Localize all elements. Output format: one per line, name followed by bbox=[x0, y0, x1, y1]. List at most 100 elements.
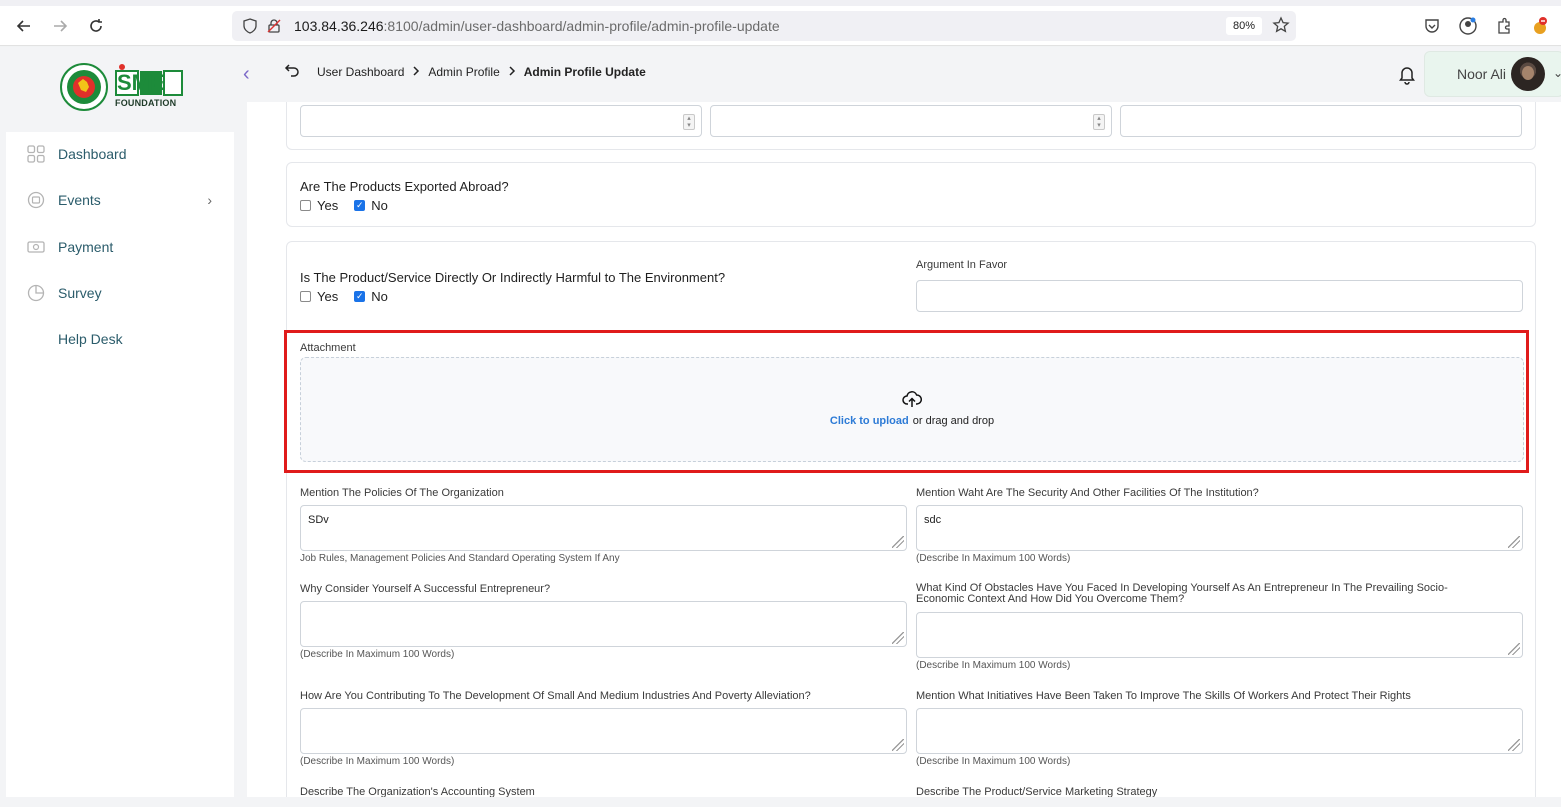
logo-brand: SME bbox=[117, 70, 165, 95]
sidebar-item-dashboard[interactable]: Dashboard bbox=[26, 142, 127, 166]
bookmark-star-icon[interactable] bbox=[1272, 16, 1290, 39]
app-root: SME FOUNDATION Dashboard Events › Paymen… bbox=[0, 47, 1561, 807]
sidebar-item-label: Help Desk bbox=[58, 331, 123, 347]
addon-badge-icon[interactable] bbox=[1528, 14, 1552, 38]
obstacles-textarea[interactable] bbox=[916, 612, 1523, 658]
insecure-lock-icon[interactable] bbox=[266, 18, 282, 39]
url-host: 103.84.36.246 bbox=[294, 18, 384, 34]
harmful-options: Yes ✓ No bbox=[300, 289, 388, 304]
policies-textarea[interactable]: SDv bbox=[300, 505, 907, 551]
successful-label: Why Consider Yourself A Successful Entre… bbox=[300, 583, 551, 595]
back-icon[interactable] bbox=[284, 62, 300, 83]
sidebar: Dashboard Events › Payment Survey Help D… bbox=[6, 132, 234, 797]
logo-subtitle: FOUNDATION bbox=[115, 98, 177, 108]
resize-grip-icon[interactable] bbox=[1508, 739, 1520, 751]
browser-toolbar: 103.84.36.246:8100/admin/user-dashboard/… bbox=[0, 6, 1561, 46]
notification-bell-icon[interactable] bbox=[1396, 63, 1418, 85]
attachment-highlight-box bbox=[284, 330, 1529, 473]
forward-arrow-icon[interactable] bbox=[48, 14, 72, 38]
account-icon[interactable] bbox=[1456, 14, 1480, 38]
chevron-down-icon: ⌄ bbox=[1553, 66, 1561, 80]
resize-grip-icon[interactable] bbox=[1508, 643, 1520, 655]
contributing-label: How Are You Contributing To The Developm… bbox=[300, 690, 811, 702]
exported-yes-label: Yes bbox=[317, 198, 339, 213]
exported-options: Yes ✓ No bbox=[300, 198, 388, 213]
argument-label: Argument In Favor bbox=[916, 259, 1008, 271]
main-content: ▴ ▾ ▴ ▾ Are The Products Exported Abroad? … bbox=[247, 102, 1561, 797]
initiatives-help: (Describe In Maximum 100 Words) bbox=[916, 756, 1071, 767]
security-textarea[interactable]: sdc bbox=[916, 505, 1523, 551]
harmful-yes-checkbox[interactable] bbox=[300, 291, 311, 302]
help-desk-icon-placeholder bbox=[26, 329, 46, 349]
logo-brand-text: SME bbox=[117, 70, 183, 96]
user-menu[interactable]: Noor Ali ⌄ bbox=[1424, 51, 1561, 97]
payment-icon bbox=[26, 237, 46, 257]
argument-input[interactable] bbox=[916, 280, 1523, 312]
exported-no-label: No bbox=[371, 198, 388, 213]
card-numeric-fields: ▴ ▾ ▴ ▾ bbox=[286, 102, 1536, 150]
text-input-3[interactable] bbox=[1120, 105, 1522, 137]
number-input-2[interactable]: ▴ ▾ bbox=[710, 105, 1112, 137]
exported-yes-checkbox[interactable] bbox=[300, 200, 311, 211]
security-value: sdc bbox=[924, 514, 942, 526]
sidebar-item-label: Survey bbox=[58, 285, 102, 301]
grid-icon bbox=[26, 144, 46, 164]
sidebar-item-events[interactable]: Events › bbox=[26, 188, 226, 212]
contributing-textarea[interactable] bbox=[300, 708, 907, 754]
card-exported-abroad: Are The Products Exported Abroad? Yes ✓ … bbox=[286, 162, 1536, 227]
sidebar-header: SME FOUNDATION bbox=[0, 47, 240, 125]
resize-grip-icon[interactable] bbox=[892, 536, 904, 548]
exported-no-checkbox[interactable]: ✓ bbox=[354, 200, 366, 211]
sme-foundation-logo[interactable]: SME FOUNDATION bbox=[60, 61, 190, 113]
contributing-help: (Describe In Maximum 100 Words) bbox=[300, 756, 455, 767]
policies-label: Mention The Policies Of The Organization bbox=[300, 487, 504, 499]
extensions-icon[interactable] bbox=[1492, 14, 1516, 38]
successful-help: (Describe In Maximum 100 Words) bbox=[300, 649, 455, 660]
marketing-label: Describe The Product/Service Marketing S… bbox=[916, 786, 1158, 797]
sidebar-item-label: Payment bbox=[58, 239, 114, 255]
chevron-right-icon: › bbox=[207, 192, 212, 208]
url-bar[interactable]: 103.84.36.246:8100/admin/user-dashboard/… bbox=[232, 11, 1296, 41]
obstacles-label: What Kind Of Obstacles Have You Faced In… bbox=[916, 583, 1448, 605]
number-spinner-icon[interactable]: ▴ ▾ bbox=[683, 114, 695, 130]
breadcrumb-item-user-dashboard[interactable]: User Dashboard bbox=[317, 65, 404, 79]
obstacles-help: (Describe In Maximum 100 Words) bbox=[916, 660, 1071, 671]
number-spinner-icon[interactable]: ▴ ▾ bbox=[1093, 114, 1105, 130]
breadcrumb-separator-icon bbox=[508, 65, 516, 79]
sidebar-item-survey[interactable]: Survey bbox=[26, 281, 102, 305]
shield-icon[interactable] bbox=[242, 18, 258, 39]
reload-icon[interactable] bbox=[84, 14, 108, 38]
harmful-yes-label: Yes bbox=[317, 289, 339, 304]
pocket-icon[interactable] bbox=[1420, 14, 1444, 38]
back-arrow-icon[interactable] bbox=[12, 14, 36, 38]
user-name: Noor Ali bbox=[1457, 66, 1507, 82]
exported-question: Are The Products Exported Abroad? bbox=[300, 179, 509, 194]
harmful-no-label: No bbox=[371, 289, 388, 304]
sidebar-collapse-icon[interactable]: ‹ bbox=[243, 63, 250, 86]
breadcrumb: User Dashboard Admin Profile Admin Profi… bbox=[317, 65, 646, 79]
url-text: 103.84.36.246:8100/admin/user-dashboard/… bbox=[294, 18, 780, 34]
breadcrumb-item-current: Admin Profile Update bbox=[523, 65, 646, 79]
successful-textarea[interactable] bbox=[300, 601, 907, 647]
harmful-question: Is The Product/Service Directly Or Indir… bbox=[300, 270, 726, 285]
resize-grip-icon[interactable] bbox=[892, 632, 904, 644]
breadcrumb-separator-icon bbox=[412, 65, 420, 79]
sidebar-item-label: Events bbox=[58, 192, 101, 208]
sidebar-item-payment[interactable]: Payment bbox=[26, 235, 113, 259]
avatar bbox=[1511, 57, 1545, 91]
sidebar-item-help-desk[interactable]: Help Desk bbox=[26, 327, 123, 351]
breadcrumb-item-admin-profile[interactable]: Admin Profile bbox=[428, 65, 499, 79]
policies-help: Job Rules, Management Policies And Stand… bbox=[300, 553, 620, 564]
harmful-no-checkbox[interactable]: ✓ bbox=[354, 291, 366, 302]
obstacles-label-line2: Economic Context And How Did You Overcom… bbox=[916, 593, 1185, 605]
initiatives-textarea[interactable] bbox=[916, 708, 1523, 754]
resize-grip-icon[interactable] bbox=[892, 739, 904, 751]
top-header: User Dashboard Admin Profile Admin Profi… bbox=[270, 47, 1561, 102]
number-input-1[interactable]: ▴ ▾ bbox=[300, 105, 702, 137]
initiatives-label: Mention What Initiatives Have Been Taken… bbox=[916, 690, 1411, 702]
security-label: Mention Waht Are The Security And Other … bbox=[916, 487, 1259, 499]
security-help: (Describe In Maximum 100 Words) bbox=[916, 553, 1071, 564]
zoom-level-badge[interactable]: 80% bbox=[1226, 17, 1262, 35]
sidebar-item-label: Dashboard bbox=[58, 146, 127, 162]
resize-grip-icon[interactable] bbox=[1508, 536, 1520, 548]
